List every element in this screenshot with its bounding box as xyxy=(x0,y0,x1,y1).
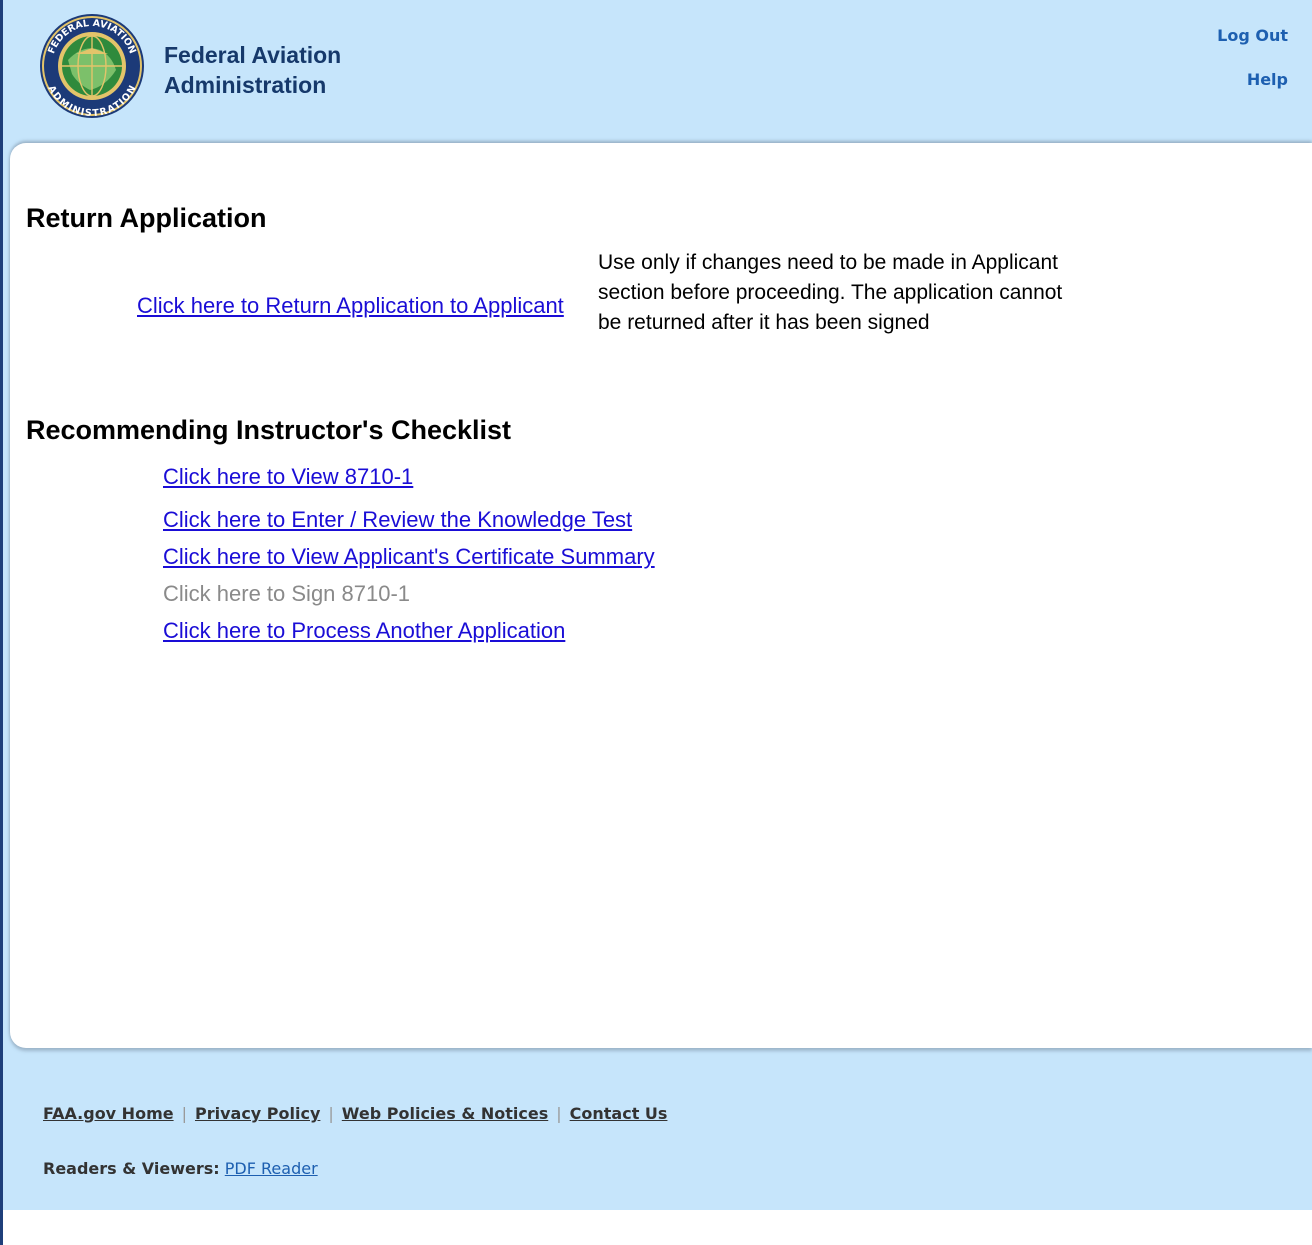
knowledge-test-link[interactable]: Click here to Enter / Review the Knowled… xyxy=(163,506,655,534)
logout-link[interactable]: Log Out xyxy=(1217,26,1288,45)
main-content-panel: Return Application Click here to Return … xyxy=(10,143,1312,1048)
footer-separator: | xyxy=(328,1104,334,1123)
footer-faa-home-link[interactable]: FAA.gov Home xyxy=(43,1104,174,1123)
footer-separator: | xyxy=(181,1104,187,1123)
pdf-reader-link[interactable]: PDF Reader xyxy=(225,1159,318,1178)
view-8710-1-link[interactable]: Click here to View 8710-1 xyxy=(163,463,655,491)
certificate-summary-link[interactable]: Click here to View Applicant's Certifica… xyxy=(163,543,655,571)
return-application-heading: Return Application xyxy=(26,203,267,233)
checklist-heading: Recommending Instructor's Checklist xyxy=(26,415,512,445)
agency-name: Federal Aviation Administration xyxy=(164,40,341,100)
help-link[interactable]: Help xyxy=(1217,70,1288,89)
return-application-note: Use only if changes need to be made in A… xyxy=(598,251,1063,334)
agency-name-line1: Federal Aviation xyxy=(164,42,342,68)
footer-privacy-policy-link[interactable]: Privacy Policy xyxy=(195,1104,320,1123)
footer-links: FAA.gov Home | Privacy Policy | Web Policies… xyxy=(43,1104,667,1123)
return-application-link[interactable]: Click here to Return Application to Appl… xyxy=(137,293,564,319)
header-links: Log Out Help xyxy=(1217,26,1288,114)
agency-name-line2: Administration xyxy=(164,72,327,98)
faa-seal-logo: FEDERAL AVIATION ADMINISTRATION xyxy=(40,14,144,119)
readers-viewers: Readers & Viewers: PDF Reader xyxy=(43,1159,318,1178)
sign-8710-1-link-disabled: Click here to Sign 8710-1 xyxy=(163,581,411,606)
footer-contact-us-link[interactable]: Contact Us xyxy=(570,1104,668,1123)
checklist-links: Click here to View 8710-1 Click here to … xyxy=(163,463,655,654)
footer-separator: | xyxy=(556,1104,562,1123)
readers-label: Readers & Viewers: xyxy=(43,1159,220,1178)
footer-web-policies-link[interactable]: Web Policies & Notices xyxy=(342,1104,548,1123)
process-another-application-link[interactable]: Click here to Process Another Applicatio… xyxy=(163,617,655,645)
